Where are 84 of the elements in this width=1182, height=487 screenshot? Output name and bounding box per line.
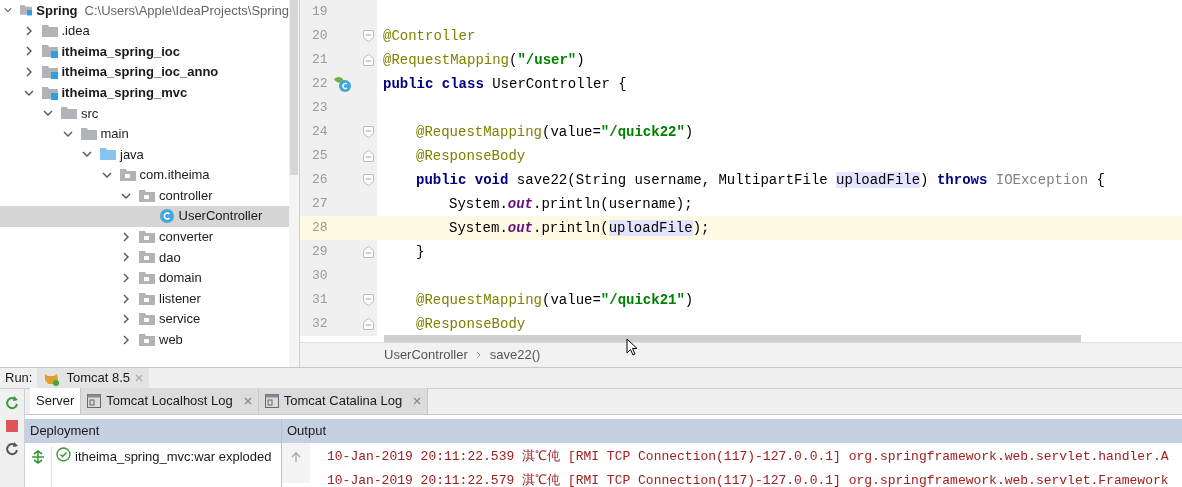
- tab[interactable]: Tomcat Localhost Log: [81, 387, 259, 414]
- code-line: @Controller: [382, 26, 476, 46]
- folder-icon: [41, 84, 58, 101]
- column-header: Output: [282, 418, 1182, 443]
- column-header: Deployment: [25, 418, 281, 443]
- line-number: 20: [311, 27, 329, 46]
- package-icon: [139, 228, 155, 245]
- line-number: 29: [311, 243, 329, 262]
- code-line: System.out.println(uploadFile);: [448, 218, 710, 238]
- tree-item[interactable]: com.itheima: [0, 164, 289, 186]
- tab[interactable]: Server: [30, 387, 82, 414]
- code-line: public class UserController {: [382, 74, 627, 94]
- code-line: @RequestMapping(value="/quick21"): [415, 290, 694, 310]
- tree-item[interactable]: listener: [0, 288, 289, 309]
- line-number: 32: [311, 315, 329, 334]
- check-icon: [56, 446, 71, 462]
- refresh-icon[interactable]: [4, 440, 20, 457]
- project-path: C:\Users\Apple\IdeaProjects\Spring: [84, 1, 289, 20]
- tree-item[interactable]: main: [0, 123, 289, 145]
- tree-item[interactable]: service: [0, 308, 289, 330]
- breadcrumb[interactable]: save22(): [489, 345, 541, 365]
- package-icon: [139, 249, 155, 266]
- code-line: @RequestMapping("/user"): [382, 50, 585, 70]
- line-number: 23: [311, 99, 329, 118]
- tree-item[interactable]: UserController: [0, 205, 289, 227]
- line-number: 19: [311, 3, 329, 22]
- line-number: 28: [311, 219, 329, 238]
- tree-item[interactable]: .idea: [0, 20, 289, 42]
- horizontal-scrollbar[interactable]: [384, 335, 1081, 342]
- close-icon: [135, 373, 144, 382]
- deployment-item[interactable]: itheima_spring_mvc:war exploded: [75, 446, 272, 466]
- tree-item[interactable]: itheima_spring_ioc: [0, 41, 289, 62]
- folder-icon: [41, 64, 58, 81]
- tree-item[interactable]: domain: [0, 267, 289, 289]
- tree-item[interactable]: controller: [0, 185, 289, 206]
- folder-icon: [61, 105, 77, 122]
- run-config-tab[interactable]: Tomcat 8.5: [37, 368, 150, 388]
- code-line: @RequestMapping(value="/quick22"): [415, 122, 694, 142]
- tree-item[interactable]: dao: [0, 247, 289, 268]
- tree-item[interactable]: src: [0, 102, 289, 124]
- tree-item[interactable]: itheima_spring_mvc: [0, 82, 289, 103]
- code-line: public void save22(String username, MultipartFile uploadFile) throws IOException {: [415, 170, 1105, 190]
- line-number: 31: [311, 291, 329, 310]
- package-icon: [139, 311, 155, 328]
- folder-icon: [100, 146, 116, 163]
- line-number: 24: [311, 123, 329, 142]
- folder-icon: [41, 43, 58, 60]
- rerun-icon[interactable]: [4, 394, 20, 411]
- package-icon: [119, 167, 136, 184]
- tab[interactable]: Tomcat Catalina Log: [258, 387, 429, 414]
- chevron-right-icon: [475, 351, 482, 360]
- tree-item[interactable]: Spring C:\Users\Apple\IdeaProjects\Spring: [0, 0, 289, 21]
- line-number: 27: [311, 195, 329, 214]
- stop-icon[interactable]: [6, 419, 18, 432]
- package-icon: [139, 187, 155, 204]
- line-number: 30: [311, 267, 329, 286]
- code-line: @ResponseBody: [415, 314, 526, 334]
- code-line: }: [415, 242, 425, 262]
- line-number: 25: [311, 147, 329, 166]
- folder-icon: [80, 125, 97, 142]
- code-line: @ResponseBody: [415, 146, 526, 166]
- tree-item[interactable]: web: [0, 329, 289, 351]
- line-number: 26: [311, 171, 329, 190]
- tree-item[interactable]: converter: [0, 226, 289, 248]
- line-number: 22: [311, 75, 329, 94]
- package-icon: [139, 270, 155, 286]
- code-line: System.out.println(username);: [448, 194, 693, 214]
- tree-item[interactable]: itheima_spring_ioc_anno: [0, 61, 289, 83]
- deploy-icon: [31, 449, 45, 464]
- folder-icon: [41, 22, 58, 39]
- scrollbar-thumb[interactable]: [290, 0, 298, 175]
- log-window-icon: [264, 393, 279, 408]
- log-window-icon: [87, 393, 102, 408]
- tree-item[interactable]: java: [0, 144, 289, 165]
- log-line: 10-Jan-2019 20:11:22.579 淇℃伅 [RMI TCP Connection(117)-127.0.0.1] org.springframework.web.servlet.Framework: [327, 471, 1169, 487]
- log-line: 10-Jan-2019 20:11:22.539 淇℃伅 [RMI TCP Connection(117)-127.0.0.1] org.springframework.web.servlet.handler.A: [327, 447, 1169, 466]
- mouse-pointer-icon: [626, 338, 638, 356]
- class-icon: [158, 208, 175, 225]
- run-label: Run:: [4, 369, 34, 387]
- line-number: 21: [311, 51, 329, 70]
- breadcrumb[interactable]: UserController: [384, 345, 468, 365]
- up-arrow-icon: [290, 450, 302, 463]
- package-icon: [139, 290, 155, 307]
- package-icon: [139, 331, 155, 348]
